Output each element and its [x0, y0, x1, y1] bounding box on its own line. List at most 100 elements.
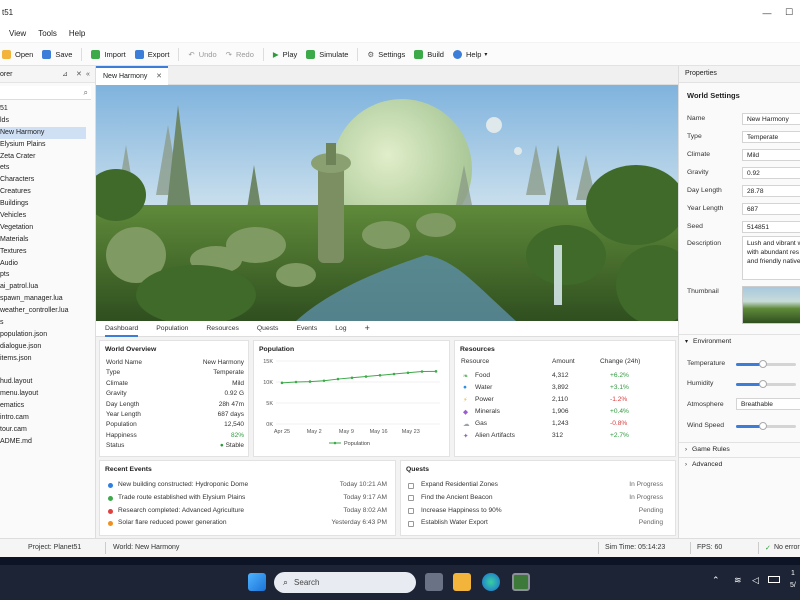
tree-item[interactable]: ai_patrol.lua — [0, 281, 95, 293]
export-button[interactable]: Export — [134, 49, 169, 59]
tree-item[interactable]: spawn_manager.lua — [0, 293, 95, 305]
tree-item[interactable]: weather_controller.lua — [0, 305, 95, 317]
tree-item[interactable]: Elysium Plains — [0, 139, 95, 151]
slider-handle[interactable] — [759, 360, 767, 368]
tree-item[interactable]: dialogue.json — [0, 341, 95, 353]
minimize-button[interactable]: — — [756, 0, 778, 25]
advanced-section-header[interactable]: › Advanced — [679, 457, 800, 471]
slider-handle[interactable] — [759, 380, 767, 388]
clock-date[interactable]: 5/ — [790, 582, 796, 589]
resource-row[interactable]: ◆ Minerals 1,906 +0.4% — [460, 408, 671, 420]
property-input[interactable]: Temperate — [742, 131, 800, 143]
task-view-icon[interactable] — [425, 573, 443, 591]
tree-item[interactable]: Textures — [0, 246, 95, 258]
tree-item[interactable]: Characters — [0, 174, 95, 186]
event-row[interactable]: Research completed: Advanced Agriculture… — [104, 506, 391, 519]
tree-item[interactable]: Creatures — [0, 186, 95, 198]
tab-dashboard[interactable]: Dashboard — [105, 321, 139, 337]
tree-item[interactable] — [0, 365, 95, 377]
tree-item[interactable]: ADME.md — [0, 436, 95, 448]
collapse-icon[interactable]: « — [86, 71, 90, 78]
explorer-search-input[interactable]: ⌕ — [0, 86, 91, 100]
resource-row[interactable]: ⚡ Power 2,110 -1.2% — [460, 396, 671, 408]
tree-item[interactable]: intro.cam — [0, 412, 95, 424]
volume-icon[interactable]: ◁ — [752, 575, 759, 586]
tree-item[interactable]: population.json — [0, 329, 95, 341]
import-button[interactable]: Import — [91, 49, 126, 59]
property-input[interactable]: 28.78 — [742, 185, 800, 197]
edge-browser-icon[interactable] — [482, 573, 500, 591]
build-button[interactable]: Build — [414, 49, 444, 59]
event-row[interactable]: Solar flare reduced power generation Yest… — [104, 518, 391, 531]
property-input[interactable]: 0.92 — [742, 167, 800, 179]
play-button[interactable]: ▶ Play — [273, 50, 297, 59]
battery-icon[interactable] — [768, 576, 780, 583]
tree-item[interactable]: tour.cam — [0, 424, 95, 436]
quest-checkbox[interactable] — [408, 482, 414, 489]
tree-item[interactable]: ets — [0, 162, 95, 174]
slider-handle[interactable] — [759, 422, 767, 430]
resource-row[interactable]: ✦ Alien Artifacts 312 +2.7% — [460, 432, 671, 444]
property-input[interactable]: 514851 — [742, 221, 800, 233]
tab-log[interactable]: Log — [335, 321, 346, 337]
tree-item[interactable]: ematics — [0, 400, 95, 412]
quest-row[interactable]: Establish Water Export Pending — [405, 518, 671, 531]
tab-quests[interactable]: Quests — [257, 321, 279, 337]
quest-checkbox[interactable] — [408, 520, 414, 527]
tree-item[interactable]: Buildings — [0, 198, 95, 210]
open-button[interactable]: Open — [2, 49, 33, 59]
close-icon[interactable]: ✕ — [76, 70, 82, 78]
tree-item[interactable]: Zeta Crater — [0, 151, 95, 163]
resource-row[interactable]: ❧ Food 4,312 +6.2% — [460, 372, 671, 384]
property-input[interactable]: Mild — [742, 149, 800, 161]
menu-help[interactable]: Help — [69, 29, 85, 38]
quest-row[interactable]: Find the Ancient Beacon In Progress — [405, 493, 671, 506]
undo-button[interactable]: ↶ Undo — [188, 50, 216, 59]
menu-tools[interactable]: Tools — [38, 29, 57, 38]
thumbnail-image[interactable] — [742, 286, 800, 324]
quest-checkbox[interactable] — [408, 508, 414, 515]
temperature-slider[interactable] — [736, 360, 796, 368]
taskbar-search[interactable]: ⌕ Search — [274, 572, 416, 593]
tree-item[interactable]: menu.layout — [0, 388, 95, 400]
pin-icon[interactable]: ⊿ — [62, 70, 68, 78]
environment-section-header[interactable]: ▾ Environment — [679, 334, 800, 348]
resource-row[interactable]: ☁ Gas 1,243 -0.8% — [460, 420, 671, 432]
save-button[interactable]: Save — [42, 49, 72, 59]
maximize-button[interactable]: ☐ — [778, 0, 800, 25]
world-viewport[interactable] — [96, 85, 678, 321]
tree-item[interactable]: items.json — [0, 353, 95, 365]
tree-item[interactable]: Audio — [0, 258, 95, 270]
tab-new-harmony[interactable]: New Harmony ✕ — [96, 66, 168, 85]
description-field[interactable]: Lush and vibrant w with abundant res and… — [742, 236, 800, 280]
event-row[interactable]: New building constructed: Hydroponic Dom… — [104, 480, 391, 493]
quest-row[interactable]: Expand Residential Zones In Progress — [405, 480, 671, 493]
start-icon[interactable] — [248, 573, 266, 591]
tab-events[interactable]: Events — [296, 321, 317, 337]
tree-item[interactable]: lds — [0, 115, 95, 127]
wifi-icon[interactable]: ≋ — [734, 575, 742, 586]
humidity-slider[interactable] — [736, 380, 796, 388]
tree-item[interactable]: hud.layout — [0, 376, 95, 388]
tab-resources[interactable]: Resources — [206, 321, 239, 337]
menu-view[interactable]: View — [9, 29, 26, 38]
property-input[interactable]: 687 — [742, 203, 800, 215]
game-rules-section-header[interactable]: › Game Rules — [679, 442, 800, 456]
chevron-up-icon[interactable]: ⌃ — [712, 575, 720, 586]
event-row[interactable]: Trade route established with Elysium Pla… — [104, 493, 391, 506]
clock-time[interactable]: 1 — [791, 570, 795, 577]
tree-item[interactable]: pts — [0, 269, 95, 281]
settings-button[interactable]: ⚙ Settings — [367, 50, 405, 59]
close-tab-icon[interactable]: ✕ — [156, 72, 162, 80]
file-explorer-icon[interactable] — [453, 573, 471, 591]
redo-button[interactable]: ↷ Redo — [226, 50, 254, 59]
property-input[interactable]: New Harmony — [742, 113, 800, 125]
quest-row[interactable]: Increase Happiness to 90% Pending — [405, 506, 671, 519]
tree-item[interactable]: Vehicles — [0, 210, 95, 222]
tree-item[interactable]: Materials — [0, 234, 95, 246]
tree-item[interactable]: New Harmony — [0, 126, 86, 139]
wind-speed-slider[interactable] — [736, 422, 796, 430]
simulate-button[interactable]: Simulate — [306, 49, 348, 59]
help-button[interactable]: Help ▾ — [452, 49, 487, 59]
tree-item[interactable]: Vegetation — [0, 222, 95, 234]
